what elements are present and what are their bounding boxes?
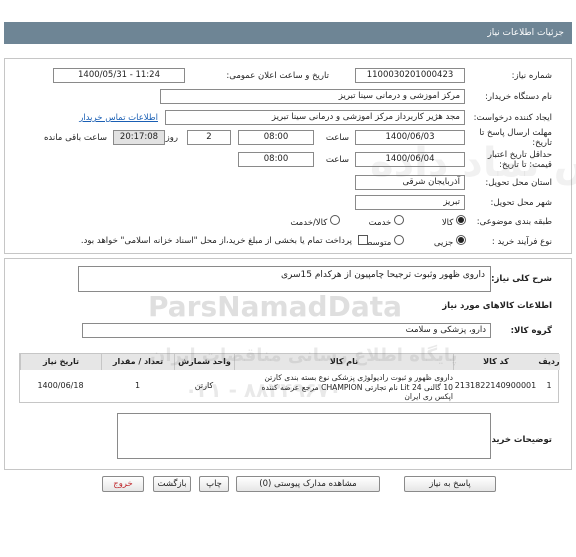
view-attachments-button[interactable]: مشاهده مدارک پیوستی (0) [236, 476, 380, 492]
col-code: کد کالا [453, 354, 538, 370]
category-option-goods-service[interactable]: کالا/خدمت [290, 215, 340, 228]
row-code: 2131822140900001 [454, 381, 537, 390]
deadline-date-field: 1400/06/03 [355, 130, 465, 145]
min-validity-label-date: قیمت: تا تاریخ: [499, 160, 552, 170]
summary-text: داروی ظهور وثبوت ترجیحا چامپیون از هرکدا… [280, 270, 485, 280]
col-index: ردیف [538, 354, 560, 370]
category-goods-label: کالا [441, 218, 454, 228]
city-label: شهر محل تحویل: [490, 198, 552, 208]
category-goods-service-label: کالا/خدمت [290, 218, 328, 228]
category-service-radio[interactable] [394, 215, 404, 225]
process-option-medium[interactable]: متوسط [365, 235, 404, 248]
row-unit: کارتن [194, 381, 214, 390]
process-label: نوع فرآیند خرید : [491, 237, 552, 247]
requester-field: مجد هژیر کاربرداز مرکز اموزشی و درمانی س… [165, 110, 465, 125]
validity-time-field: 08:00 [238, 152, 314, 167]
announce-field: 1400/05/31 - 11:24 [53, 68, 185, 83]
deadline-label: مهلت ارسال پاسخ تا [479, 128, 552, 138]
row-name: داروی ظهور و ثبوت رادیولوژی پزشکی نوع بس… [234, 373, 453, 402]
announce-label: تاریخ و ساعت اعلان عمومی: [226, 71, 329, 81]
deadline-time-label: ساعت [325, 133, 349, 143]
row-qty: 1 [134, 381, 141, 390]
back-button[interactable]: بازگشت [153, 476, 191, 492]
need-number-label: شماره نیاز: [511, 71, 552, 81]
row-name-line-2: 10 گالنی Lit 24 نام تجارتی CHAMPION مرجع… [261, 382, 453, 392]
goods-section-title: اطلاعات کالاهای مورد نیاز [442, 301, 552, 311]
col-date: تاریخ نیاز [20, 354, 101, 370]
remaining-label: ساعت باقی مانده [43, 133, 107, 143]
goods-table: ردیف کد کالا نام کالا واحد شمارش تعداد /… [19, 353, 560, 403]
process-minor-radio[interactable] [456, 235, 466, 245]
category-goods-radio[interactable] [456, 215, 466, 225]
payment-checkbox[interactable] [358, 235, 368, 245]
col-name: نام کالا [234, 354, 453, 370]
category-label: طبقه بندی موضوعی: [476, 217, 552, 227]
validity-date-field: 1400/06/04 [355, 152, 465, 167]
min-validity-label: حداقل تاریخ اعتبار [487, 150, 552, 160]
buyer-org-field: مرکز اموزشی و درمانی سینا تبریز [160, 89, 465, 104]
process-medium-radio[interactable] [394, 235, 404, 245]
row-name-line-3: اپکس ری ایران [404, 392, 453, 401]
buyer-contact-link[interactable]: اطلاعات تماس خریدار [79, 113, 158, 123]
buyer-org-label: نام دستگاه خریدار: [485, 92, 552, 102]
col-qty: تعداد / مقدار [101, 354, 174, 370]
row-name-line-1: داروی ظهور و ثبوت رادیولوژی پزشکی نوع بس… [264, 373, 453, 382]
table-row: 1 2131822140900001 داروی ظهور و ثبوت راد… [20, 371, 560, 403]
page-header: جزئیات اطلاعات نیاز [4, 22, 572, 44]
deadline-label-date: تاریخ: [532, 138, 552, 148]
province-label: استان محل تحویل: [485, 178, 552, 188]
category-option-service[interactable]: خدمت [369, 215, 404, 228]
process-option-minor[interactable]: جزیی [434, 235, 466, 248]
row-index: 1 [546, 381, 552, 390]
remaining-time-field: 20:17:08 [113, 130, 165, 145]
category-option-goods[interactable]: کالا [442, 215, 466, 228]
category-service-label: خدمت [368, 218, 392, 228]
goods-group-field: دارو، پزشکی و سلامت [82, 323, 491, 338]
col-unit: واحد شمارش [174, 354, 234, 370]
process-minor-label: جزیی [433, 238, 454, 248]
reply-button[interactable]: پاسخ به نیاز [404, 476, 496, 492]
buyer-notes-field [117, 413, 491, 459]
city-field: تبریز [355, 195, 465, 210]
goods-group-label: گروه کالا: [510, 326, 552, 336]
print-button[interactable]: چاپ [199, 476, 229, 492]
summary-label: شرح کلی نیاز: [491, 274, 552, 284]
province-field: آذربایجان شرقی [355, 175, 465, 190]
process-medium-label: متوسط [364, 238, 392, 248]
payment-note: پرداخت تمام یا بخشی از مبلغ خرید،از محل … [80, 236, 352, 246]
category-goods-service-radio[interactable] [330, 215, 340, 225]
row-date: 1400/06/18 [37, 381, 84, 390]
validity-time-label: ساعت [325, 155, 349, 165]
requester-label: ایجاد کننده درخواست: [473, 113, 552, 123]
exit-button[interactable]: خروج [102, 476, 144, 492]
need-number-field: 1100030201000423 [355, 68, 465, 83]
buyer-notes-text [118, 414, 490, 420]
deadline-time-field: 08:00 [238, 130, 314, 145]
days-field: 2 [187, 130, 231, 145]
buyer-notes-label: توضیحات خریدار: [480, 435, 552, 445]
summary-field: داروی ظهور وثبوت ترجیحا چامپیون از هرکدا… [78, 266, 491, 292]
